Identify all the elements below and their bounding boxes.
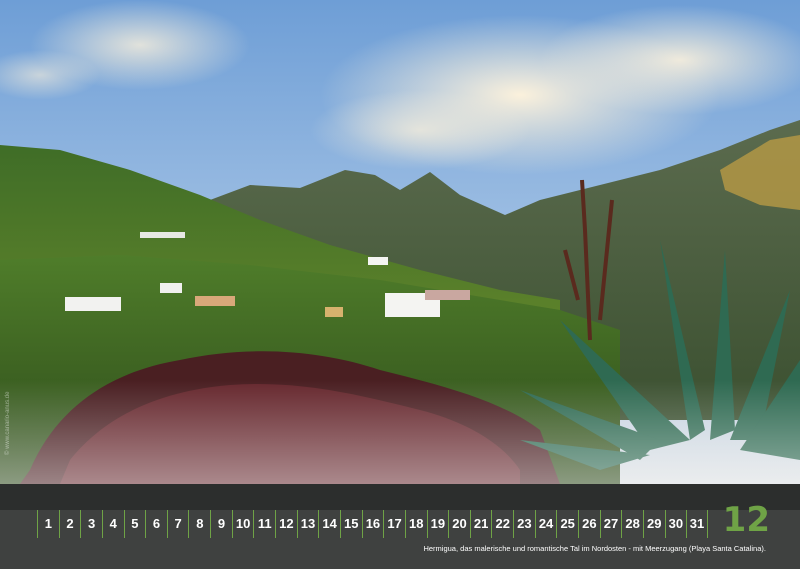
photo-credit: © www.canario-anus.de [5, 391, 11, 455]
day-cell: 1 [37, 510, 59, 538]
day-cell: 31 [686, 510, 708, 538]
day-cell: 6 [145, 510, 167, 538]
day-cell: 22 [491, 510, 513, 538]
day-cell: 25 [556, 510, 578, 538]
day-cell: 28 [621, 510, 643, 538]
day-grid: 1 2 3 4 5 6 7 8 9 10 11 12 13 14 15 16 1… [37, 510, 708, 538]
landscape-photo [0, 0, 800, 484]
day-cell: 18 [404, 510, 427, 538]
photo-caption: Hermigua, das malerische und romantische… [423, 544, 766, 553]
day-cell: 11 [253, 510, 275, 538]
day-cell: 13 [296, 510, 319, 538]
day-cell: 8 [188, 510, 210, 538]
day-cell: 29 [642, 510, 665, 538]
calendar-page: © www.canario-anus.de 1 2 3 4 5 6 7 8 9 … [0, 0, 800, 569]
day-cell: 26 [578, 510, 600, 538]
day-cell: 7 [166, 510, 189, 538]
day-cell: 2 [58, 510, 81, 538]
day-cell: 15 [339, 510, 362, 538]
day-cell: 5 [123, 510, 146, 538]
day-cell: 21 [469, 510, 492, 538]
day-cell: 16 [361, 510, 384, 538]
month-number: 12 [722, 500, 770, 540]
day-cell: 4 [101, 510, 124, 538]
day-cell: 14 [318, 510, 340, 538]
day-cell: 10 [231, 510, 254, 538]
day-cell: 27 [599, 510, 622, 538]
day-cell: 19 [426, 510, 449, 538]
day-cell: 24 [534, 510, 557, 538]
day-cell: 17 [383, 510, 405, 538]
day-cell: 12 [275, 510, 297, 538]
day-cell: 23 [513, 510, 535, 538]
day-cell: 3 [80, 510, 102, 538]
day-cell: 20 [448, 510, 470, 538]
day-cell: 30 [664, 510, 687, 538]
day-cell: 9 [210, 510, 232, 538]
